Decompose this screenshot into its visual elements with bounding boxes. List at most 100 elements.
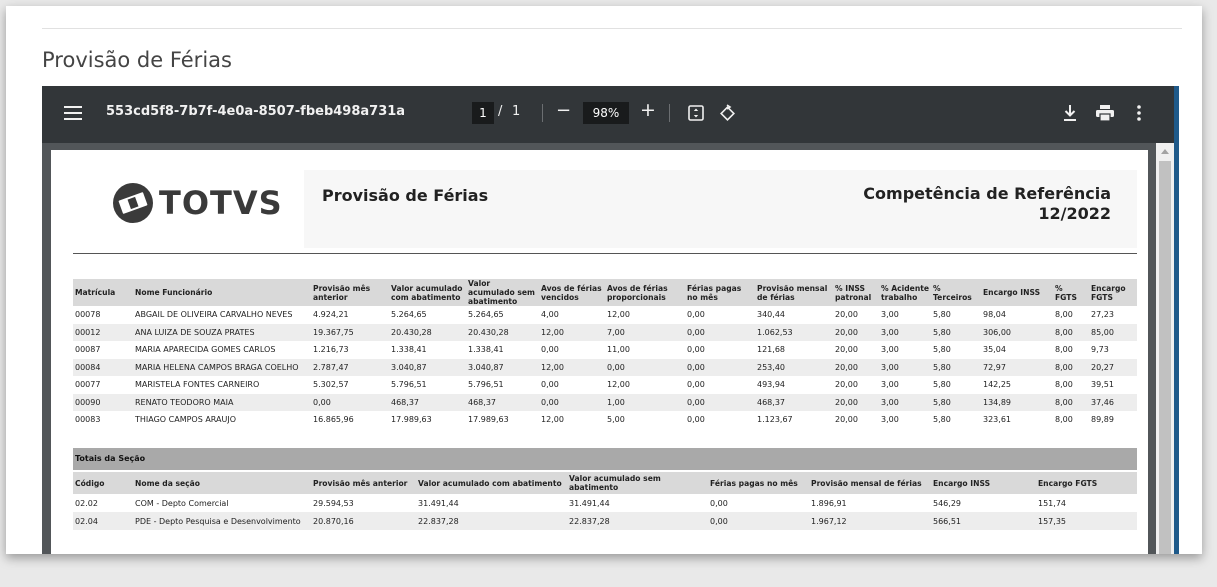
employee-row: 00078 ABGAIL DE OLIVEIRA CARVALHO NEVES 4.… — [73, 306, 1137, 324]
table-cell: 1.216,73 — [313, 345, 349, 355]
column-header: Valor acumulado com abatimento — [418, 478, 562, 488]
page-number-input[interactable]: 1 — [472, 102, 494, 124]
table-cell: 39,51 — [1091, 380, 1114, 390]
column-header: Encargo INSS — [933, 478, 991, 488]
table-cell: 3.040,87 — [391, 362, 427, 372]
table-cell: 12,00 — [541, 415, 564, 425]
table-cell: 4,00 — [541, 310, 559, 320]
column-header: % FGTS — [1055, 283, 1077, 302]
employee-row: 00077 MARISTELA FONTES CARNEIRO 5.302,57 5.… — [73, 376, 1137, 394]
table-cell: 0,00 — [607, 362, 625, 372]
competence-label: Competência de Referência — [863, 184, 1111, 203]
employee-row: 00083 THIAGO CAMPOS ARAUJO 16.865,96 17.989… — [73, 411, 1137, 429]
table-cell: 1.123,67 — [757, 415, 793, 425]
table-cell: 5,00 — [607, 415, 625, 425]
column-header: Avos de férias proporcionais — [607, 283, 668, 302]
column-header: Código — [75, 478, 105, 488]
table-cell: 8,00 — [1055, 415, 1073, 425]
table-cell: 12,00 — [541, 362, 564, 372]
table-cell: 98,04 — [983, 310, 1006, 320]
table-cell: 12,00 — [541, 327, 564, 337]
table-cell: 151,74 — [1038, 498, 1066, 508]
table-cell: 22.837,28 — [418, 516, 459, 526]
table-cell: 17.989,63 — [468, 415, 509, 425]
toolbar-divider — [542, 104, 543, 122]
table-cell: 5,80 — [933, 415, 951, 425]
table-cell: 1.062,53 — [757, 327, 793, 337]
scroll-up-icon[interactable] — [1161, 149, 1169, 154]
fit-page-icon[interactable] — [688, 105, 704, 121]
table-cell: 546,29 — [933, 498, 961, 508]
table-cell: 4.924,21 — [313, 310, 349, 320]
employee-row: 00090 RENATO TEODORO MAIA 0,00 468,37 468,37… — [73, 393, 1137, 411]
totvs-logo-icon — [113, 183, 153, 223]
table-cell: 12,00 — [607, 310, 630, 320]
table-cell: 3,00 — [881, 415, 899, 425]
table-cell: 31.491,44 — [569, 498, 610, 508]
table-cell: 0,00 — [687, 345, 705, 355]
content-card: Provisão de Férias 553cd5f8-7b7f-4e0a-85… — [6, 6, 1202, 554]
table-cell: 3,00 — [881, 380, 899, 390]
table-cell: 3,00 — [881, 362, 899, 372]
table-cell: 3,00 — [881, 397, 899, 407]
table-cell: 142,25 — [983, 380, 1011, 390]
table-cell: 20,00 — [835, 397, 858, 407]
section-row: 02.04 PDE - Depto Pesquisa e Desenvolvime… — [73, 512, 1137, 530]
table-cell: 9,73 — [1091, 345, 1109, 355]
table-cell: 11,00 — [607, 345, 630, 355]
section-totals-band: Totais da Seção — [73, 448, 1137, 470]
table-cell: MARISTELA FONTES CARNEIRO — [135, 380, 260, 390]
table-cell: 3.040,87 — [468, 362, 504, 372]
table-cell: 37,46 — [1091, 397, 1114, 407]
competence-value: 12/2022 — [1038, 204, 1111, 223]
table-cell: 0,00 — [687, 310, 705, 320]
rotate-icon[interactable] — [718, 103, 738, 123]
table-cell: 8,00 — [1055, 327, 1073, 337]
table-cell: 12,00 — [607, 380, 630, 390]
table-cell: 5,80 — [933, 345, 951, 355]
zoom-out-button[interactable]: − — [556, 100, 571, 121]
column-header: Provisão mês anterior — [313, 283, 371, 302]
table-cell: 17.989,63 — [391, 415, 432, 425]
scroll-thumb[interactable] — [1159, 161, 1171, 554]
zoom-in-button[interactable]: + — [640, 99, 656, 121]
table-cell: 19.367,75 — [313, 327, 354, 337]
table-cell: 0,00 — [687, 362, 705, 372]
section-totals-table: Código Nome da seção Provisão mês anterior… — [73, 472, 1137, 530]
table-cell: ANA LUIZA DE SOUZA PRATES — [135, 327, 255, 337]
employee-table-header: Matrícula Nome Funcionário Provisão mês an… — [73, 279, 1137, 306]
table-cell: 5.264,65 — [468, 310, 504, 320]
table-cell: 0,00 — [541, 345, 559, 355]
table-cell: 85,00 — [1091, 327, 1114, 337]
table-cell: 00090 — [75, 397, 101, 407]
pdf-toolbar: 553cd5f8-7b7f-4e0a-8507-fbeb498a731a 1 /… — [42, 86, 1174, 143]
table-cell: 16.865,96 — [313, 415, 354, 425]
logo-text: TOTVS — [159, 184, 283, 222]
table-cell: RENATO TEODORO MAIA — [135, 397, 234, 407]
table-cell: 0,00 — [710, 516, 728, 526]
table-cell: 72,97 — [983, 362, 1006, 372]
table-cell: 8,00 — [1055, 345, 1073, 355]
totvs-logo: TOTVS — [111, 178, 282, 228]
report-title: Provisão de Férias — [322, 186, 489, 205]
employee-table: Matrícula Nome Funcionário Provisão mês an… — [73, 279, 1137, 429]
table-cell: 0,00 — [687, 415, 705, 425]
print-icon[interactable] — [1096, 105, 1114, 122]
column-header: Provisão mês anterior — [313, 478, 408, 488]
table-cell: 7,00 — [607, 327, 625, 337]
menu-icon[interactable] — [64, 106, 82, 120]
column-header: % Acidente trabalho — [881, 283, 930, 302]
table-cell: 00012 — [75, 327, 101, 337]
header-divider — [73, 253, 1137, 254]
column-header: Valor acumulado com abatimento — [391, 283, 463, 302]
table-cell: 468,37 — [391, 397, 419, 407]
table-cell: 468,37 — [468, 397, 496, 407]
top-divider — [42, 28, 1182, 29]
more-options-icon[interactable] — [1136, 104, 1142, 122]
zoom-level-input[interactable]: 98% — [583, 102, 629, 124]
table-cell: 566,51 — [933, 516, 961, 526]
vertical-scrollbar[interactable] — [1156, 143, 1174, 554]
table-cell: 20.430,28 — [391, 327, 432, 337]
table-cell: 20,00 — [835, 345, 858, 355]
download-icon[interactable] — [1062, 104, 1078, 122]
